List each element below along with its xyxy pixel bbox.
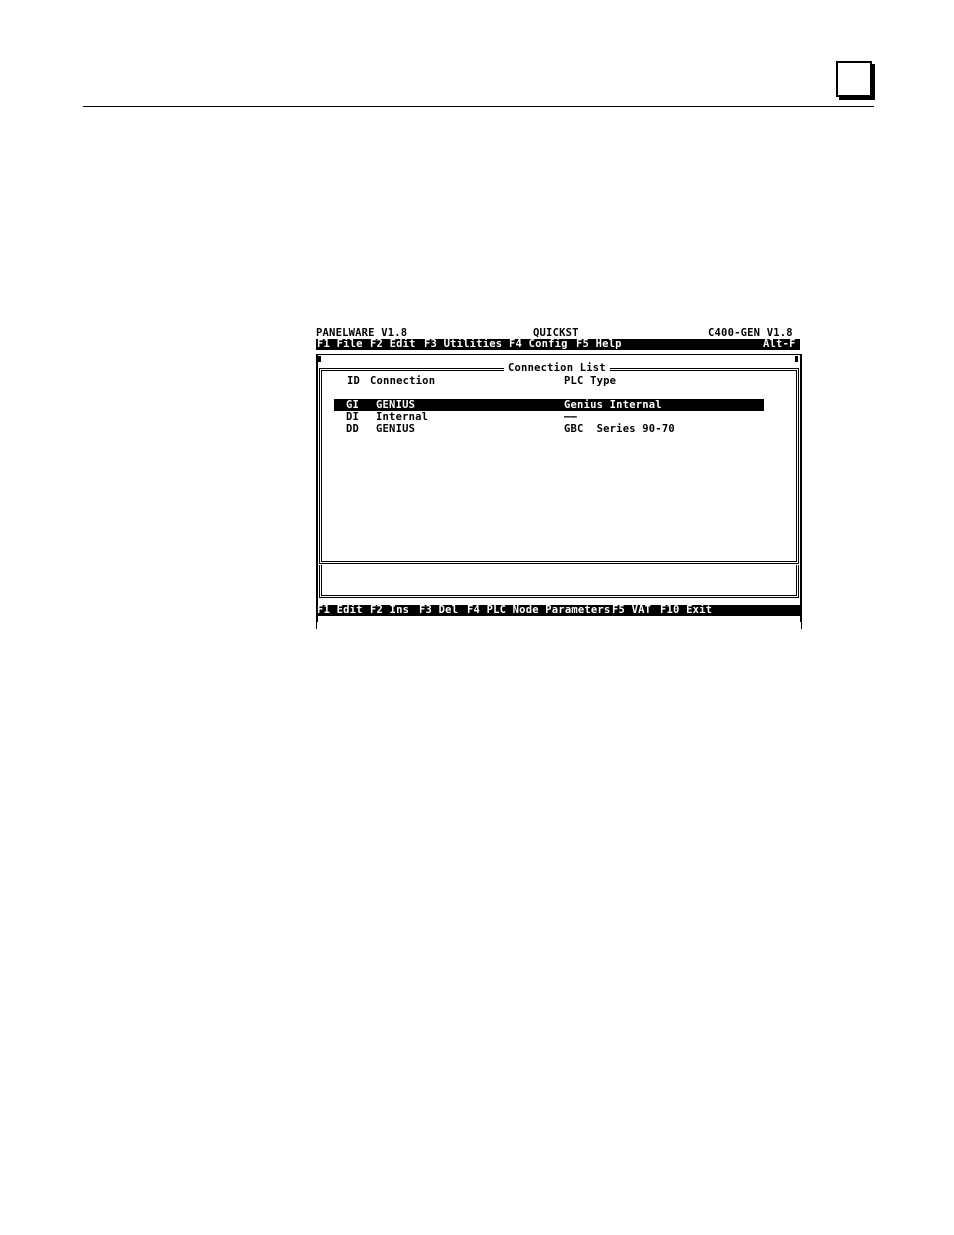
page-header-rule — [83, 106, 874, 107]
screen-bottom-edge — [316, 616, 802, 629]
connection-row[interactable]: DD GENIUS GBC Series 90-70 — [334, 423, 764, 435]
menu-bar: F1 File F2 Edit F3 Utilities F4 Config F… — [316, 339, 800, 350]
row-id: DD — [346, 423, 360, 435]
row-plc-type: Genius Internal — [564, 399, 662, 411]
column-header-plc-type: PLC Type — [564, 375, 617, 387]
dialog-title: Connection List — [504, 362, 610, 374]
menu-shortcut: Alt-F — [763, 338, 796, 350]
connection-list-panel — [319, 368, 799, 564]
menu-file[interactable]: F1 File — [317, 339, 363, 350]
fkey-insert[interactable]: F2 Ins — [370, 605, 409, 616]
row-plc-type: GBC Series 90-70 — [564, 423, 675, 435]
fkey-exit[interactable]: F10 Exit — [660, 605, 712, 616]
page-corner-marker — [836, 61, 872, 97]
column-header-id: ID — [347, 375, 361, 387]
row-connection: Internal — [376, 411, 429, 423]
row-plc-type: —— — [564, 411, 578, 423]
terminal-screen: PANELWARE V1.8 QUICKST C400-GEN V1.8 F1 … — [316, 327, 802, 629]
row-id: GI — [346, 399, 360, 411]
menu-help[interactable]: F5 Help — [576, 339, 622, 350]
fkey-delete[interactable]: F3 Del — [419, 605, 458, 616]
message-area — [319, 565, 799, 598]
row-connection: GENIUS — [376, 399, 416, 411]
row-connection: GENIUS — [376, 423, 416, 435]
fkey-plc-node-parameters[interactable]: F4 PLC Node Parameters — [467, 605, 610, 616]
menu-edit[interactable]: F2 Edit — [370, 339, 416, 350]
row-id: DI — [346, 411, 360, 423]
function-key-bar: F1 Edit F2 Ins F3 Del F4 PLC Node Parame… — [316, 605, 800, 616]
menu-utilities[interactable]: F3 Utilities — [424, 339, 502, 350]
column-header-connection: Connection — [370, 375, 436, 387]
fkey-vat[interactable]: F5 VAT — [612, 605, 651, 616]
connection-row[interactable]: DI Internal —— — [334, 411, 764, 423]
menu-config[interactable]: F4 Config — [509, 339, 568, 350]
connection-row[interactable]: GI GENIUS Genius Internal — [334, 399, 764, 411]
fkey-edit[interactable]: F1 Edit — [317, 605, 363, 616]
